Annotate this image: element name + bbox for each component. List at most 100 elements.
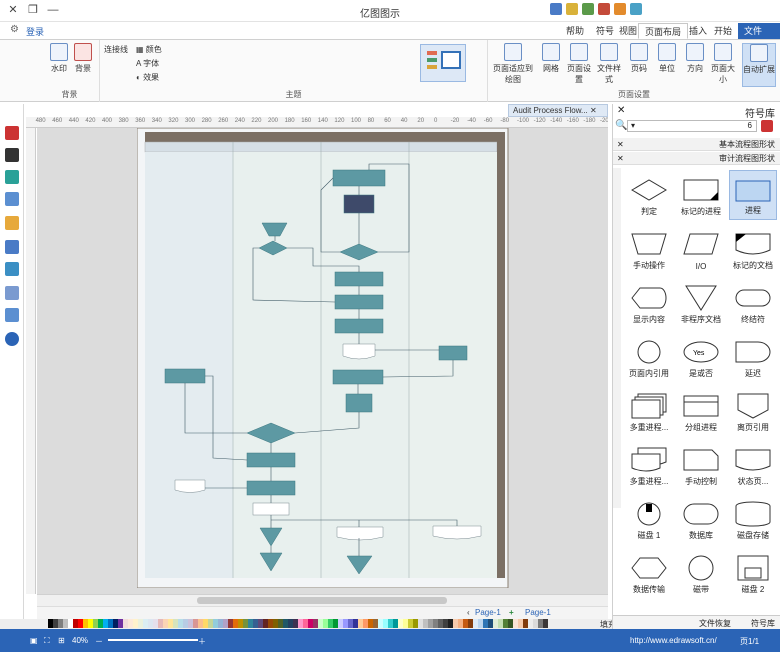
shape-circle[interactable]: 页面内引用 (625, 332, 673, 382)
effect-button[interactable]: ◐ 效果 (136, 72, 159, 83)
status-url[interactable]: http://www.edrawsoft.cn/ (630, 636, 717, 645)
color-button[interactable]: ▦ 颜色 (136, 44, 162, 55)
section-audit-flowchart[interactable]: ✕ 审计流程图形状 (613, 152, 780, 165)
page-selector[interactable]: Page-1 (475, 608, 501, 617)
panel-scrollbar[interactable] (613, 168, 621, 508)
search-icon[interactable]: 🔍 (615, 120, 627, 131)
close-icon[interactable]: ✕ (617, 152, 624, 165)
tab-file[interactable]: 文件 (738, 23, 780, 39)
full-screen-icon[interactable]: ⛶ (44, 636, 50, 646)
shape-display[interactable]: 显示内容 (625, 278, 673, 328)
audit-flowchart[interactable] (137, 128, 509, 588)
circle2-icon (688, 555, 714, 581)
line-style-icon[interactable] (5, 148, 19, 162)
format-painter-icon[interactable] (5, 126, 19, 140)
add-page-icon[interactable]: + (509, 608, 514, 617)
fill-icon[interactable] (5, 170, 19, 184)
settings-icon[interactable]: ⚙ (10, 24, 19, 35)
close-icon[interactable]: ✕ (617, 105, 625, 116)
redo-icon[interactable] (582, 3, 594, 15)
zoom-out-icon[interactable]: － (95, 636, 103, 647)
tab-symbol-library[interactable]: 符号库 (751, 618, 775, 629)
font-button[interactable]: A 字体 (136, 58, 159, 69)
connector-button[interactable]: 连接线 (104, 44, 128, 55)
shape-trapezoid[interactable]: 手动操作 (625, 224, 673, 274)
open-icon[interactable] (630, 3, 642, 15)
shape-disk[interactable]: 磁盘 1 (625, 494, 673, 544)
new-icon[interactable] (614, 3, 626, 15)
unit-button[interactable]: 单位 (652, 43, 682, 74)
shape-circle2[interactable]: 磁带 (677, 548, 725, 598)
document-icon[interactable] (5, 240, 19, 254)
section-label: 基本流程图形状 (719, 140, 775, 149)
document-tab[interactable]: Audit Process Flow... ✕ (508, 104, 608, 117)
auto-extend-button[interactable]: 自动扩展 (742, 43, 776, 87)
page-size-button[interactable]: 页面大小 (708, 43, 738, 85)
section-basic-flowchart[interactable]: ✕ 基本流程图形状 (613, 138, 780, 151)
shape-hexagon[interactable]: 数据传输 (625, 548, 673, 598)
fit-to-drawing-button[interactable]: 页面适应到绘图 (490, 43, 536, 85)
page-tab-1[interactable]: Page-1 (525, 608, 551, 617)
shape-triangle-down[interactable]: 非程序文档 (677, 278, 725, 328)
grid-button[interactable]: 网格 (536, 43, 566, 74)
shape-delay[interactable]: 延迟 (729, 332, 777, 382)
shape-card[interactable]: 状态页... (729, 440, 777, 490)
close-icon[interactable]: ✕ (4, 2, 22, 18)
library-icon[interactable] (761, 120, 773, 132)
zoom-fit-icon[interactable]: ⊞ (58, 636, 65, 645)
shape-rect-tag[interactable]: 标记的进程 (677, 170, 725, 220)
shape-disk2[interactable]: 磁盘 2 (729, 548, 777, 598)
cylinder-icon (735, 501, 771, 527)
shape-multidoc[interactable]: 多重进程... (625, 440, 673, 490)
theme-gallery-item[interactable] (420, 44, 466, 82)
fit-page-icon[interactable]: ▣ (30, 636, 38, 645)
page-prev-icon[interactable]: ‹ (467, 608, 470, 617)
document-tab-close-icon[interactable]: ✕ (590, 106, 597, 115)
shape-rect[interactable]: 进程 (729, 170, 777, 220)
undo-icon[interactable] (566, 3, 578, 15)
orientation-button[interactable]: 方向 (680, 43, 710, 74)
page-icon[interactable] (5, 286, 19, 300)
save-icon[interactable] (550, 3, 562, 15)
symbol-search-input[interactable]: ▾ 6 (627, 120, 757, 132)
page-number-button[interactable]: 页码 (624, 43, 654, 74)
shape-label: 非程序文档 (681, 315, 721, 324)
auto-extend-label: 自动扩展 (743, 65, 775, 74)
tab-page-layout[interactable]: 页面布局 (638, 23, 689, 39)
background-button[interactable]: 背景 (68, 43, 98, 74)
shape-card2[interactable]: 手动控制 (677, 440, 725, 490)
image-icon[interactable] (5, 192, 19, 206)
minimize-icon[interactable]: — (44, 2, 62, 18)
search-dropdown-icon[interactable]: ▾ (631, 121, 635, 130)
layer-icon[interactable] (5, 216, 19, 230)
shape-rect-split[interactable]: 分组进程 (677, 386, 725, 436)
tab-home[interactable]: 开始 (708, 23, 738, 39)
tab-file-recovery[interactable]: 文件恢复 (699, 618, 731, 629)
close-icon[interactable]: ✕ (617, 138, 624, 151)
shape-cylinder[interactable]: 磁盘存储 (729, 494, 777, 544)
login-link[interactable]: 登录 (26, 25, 44, 38)
restore-icon[interactable]: ❐ (24, 2, 42, 18)
globe-icon[interactable] (5, 262, 19, 276)
color-swatch[interactable] (543, 619, 548, 628)
shape-ellipse[interactable]: Yes 是或否 (677, 332, 725, 382)
title-bar: ✕ ❐ — 亿图图示 (0, 0, 780, 22)
comment-icon[interactable] (5, 308, 19, 322)
shape-doc-tag[interactable]: 标记的文档 (729, 224, 777, 274)
page-setup-button[interactable]: 页面设置 (564, 43, 594, 85)
scrollbar-thumb[interactable] (197, 597, 447, 604)
file-style-button[interactable]: 文件样式 (594, 43, 624, 85)
shape-multi[interactable]: 多重进程... (625, 386, 673, 436)
zoom-in-icon[interactable]: ＋ (198, 636, 206, 647)
tab-help[interactable]: 帮助 (560, 23, 590, 39)
shape-pentagon[interactable]: 离页引用 (729, 386, 777, 436)
shape-drum[interactable]: 数据库 (677, 494, 725, 544)
horizontal-scrollbar[interactable] (37, 594, 608, 606)
shape-pill[interactable]: 终结符 (729, 278, 777, 328)
print-icon[interactable] (598, 3, 610, 15)
shape-parallelogram[interactable]: I/O (677, 224, 725, 274)
drawing-canvas[interactable] (37, 128, 608, 594)
zoom-slider[interactable] (108, 639, 198, 641)
shape-diamond[interactable]: 判定 (625, 170, 673, 220)
help-icon[interactable] (5, 332, 19, 346)
